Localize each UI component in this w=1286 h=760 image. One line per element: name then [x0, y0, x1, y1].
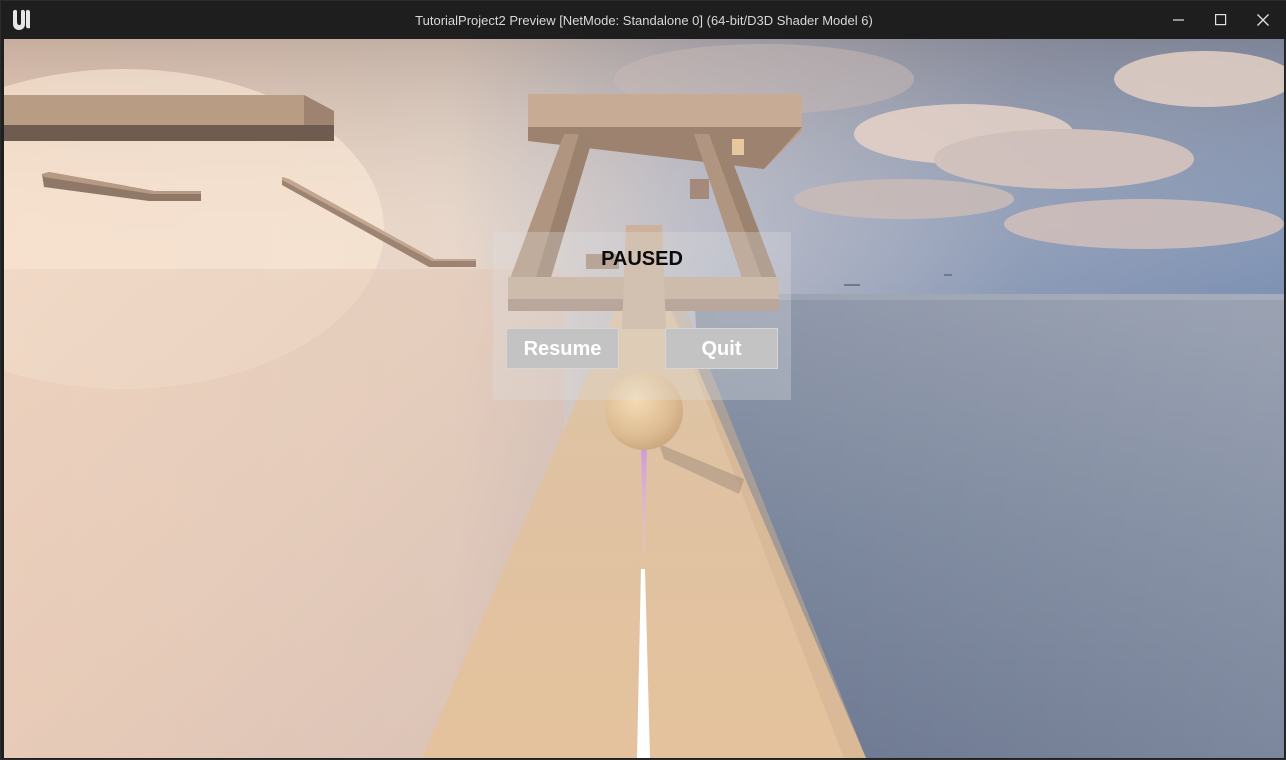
quit-button[interactable]: Quit: [665, 328, 778, 369]
minimize-button[interactable]: [1158, 1, 1200, 39]
close-button[interactable]: [1242, 1, 1284, 39]
resume-button[interactable]: Resume: [506, 328, 619, 369]
close-icon: [1257, 14, 1269, 26]
window-title: TutorialProject2 Preview [NetMode: Stand…: [415, 13, 873, 28]
pause-menu-panel: PAUSED Resume Quit: [493, 232, 791, 400]
game-preview-window: TutorialProject2 Preview [NetMode: Stand…: [0, 0, 1286, 760]
game-viewport[interactable]: PAUSED Resume Quit: [4, 39, 1284, 758]
maximize-icon: [1215, 14, 1227, 26]
maximize-button[interactable]: [1200, 1, 1242, 39]
unreal-engine-logo-icon: [7, 7, 33, 33]
minimize-icon: [1173, 14, 1185, 26]
pause-title: PAUSED: [601, 248, 683, 270]
title-bar[interactable]: TutorialProject2 Preview [NetMode: Stand…: [1, 1, 1286, 39]
